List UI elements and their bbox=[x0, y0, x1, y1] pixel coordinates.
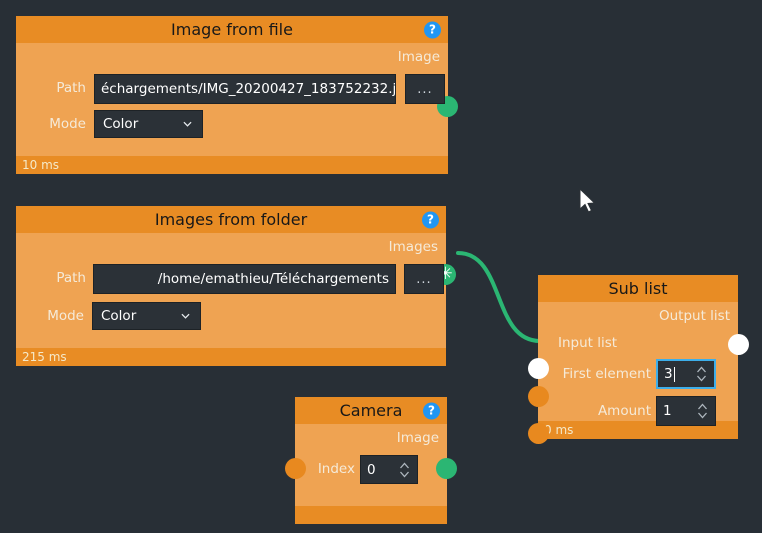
first-element-spinbox-value: 3 bbox=[664, 366, 673, 382]
amount-spinbox-value: 1 bbox=[663, 403, 672, 419]
node-title-bar[interactable]: Image from file ? bbox=[16, 16, 448, 43]
field-row-path: Path /home/emathieu/Téléchargements ... bbox=[16, 261, 446, 297]
node-title-text: Images from folder bbox=[154, 210, 308, 229]
node-title-bar[interactable]: Camera ? bbox=[295, 397, 447, 424]
spinner-up-down-icon[interactable] bbox=[697, 402, 708, 420]
node-images-from-folder[interactable]: Images from folder ? Images ✳ Path /home… bbox=[16, 206, 456, 366]
path-input-value: /home/emathieu/Téléchargements bbox=[157, 271, 389, 287]
mode-select[interactable]: Color bbox=[92, 302, 201, 330]
path-input-value: échargements/IMG_20200427_183752232.jpg bbox=[101, 81, 395, 97]
output-row-images: Images bbox=[16, 233, 446, 261]
node-footer-timing bbox=[295, 506, 447, 524]
chevron-down-icon bbox=[181, 313, 190, 319]
index-label: Index bbox=[317, 461, 355, 477]
node-title-text: Sub list bbox=[608, 279, 668, 298]
output-row-image: Image bbox=[295, 424, 447, 452]
node-camera[interactable]: Camera ? Image Index 0 bbox=[285, 397, 457, 524]
input-port-index[interactable] bbox=[285, 458, 306, 479]
output-port-label: Images bbox=[388, 239, 438, 255]
output-port-label: Image bbox=[396, 430, 439, 446]
amount-spinbox[interactable]: 1 bbox=[656, 396, 716, 426]
output-port-label: Output list bbox=[658, 308, 730, 324]
field-row-mode: Mode Color bbox=[16, 107, 448, 143]
node-sub-list[interactable]: Sub list Output list Input list First el… bbox=[528, 275, 749, 444]
path-label: Path bbox=[56, 270, 86, 286]
node-body: Image Index 0 bbox=[285, 424, 457, 506]
spinner-up-down-icon[interactable] bbox=[399, 461, 410, 479]
index-spinbox-value: 0 bbox=[367, 461, 376, 478]
node-graph-canvas[interactable]: Image from file ? Image Path échargement… bbox=[0, 0, 762, 533]
node-body: Images ✳ Path /home/emathieu/Téléchargem… bbox=[16, 233, 456, 348]
node-title-bar[interactable]: Images from folder ? bbox=[16, 206, 446, 233]
node-title-text: Image from file bbox=[171, 20, 293, 39]
node-image-from-file[interactable]: Image from file ? Image Path échargement… bbox=[16, 16, 458, 174]
node-title-text: Camera bbox=[339, 401, 403, 420]
wire-images-to-input-list bbox=[456, 251, 542, 343]
path-input[interactable]: échargements/IMG_20200427_183752232.jpg bbox=[94, 74, 396, 104]
mouse-cursor-arrow-icon bbox=[579, 188, 596, 213]
output-row-output-list: Output list bbox=[538, 302, 738, 330]
spinner-up-down-icon[interactable] bbox=[696, 365, 707, 383]
chevron-down-icon bbox=[183, 121, 192, 127]
mode-select[interactable]: Color bbox=[94, 110, 203, 138]
field-row-index: Index 0 bbox=[295, 452, 447, 488]
output-port-label: Image bbox=[397, 49, 440, 65]
node-title-bar[interactable]: Sub list bbox=[538, 275, 738, 302]
text-caret bbox=[673, 366, 675, 382]
path-input[interactable]: /home/emathieu/Téléchargements bbox=[93, 264, 396, 294]
first-element-label: First element bbox=[562, 366, 651, 382]
input-port-label: Input list bbox=[558, 335, 618, 351]
path-browse-button[interactable]: ... bbox=[404, 264, 444, 294]
help-icon[interactable]: ? bbox=[422, 211, 439, 228]
mode-select-value: Color bbox=[103, 116, 139, 132]
node-body: Image Path échargements/IMG_20200427_183… bbox=[16, 43, 458, 156]
field-row-amount: Amount 1 bbox=[538, 393, 738, 430]
first-element-spinbox[interactable]: 3 bbox=[656, 359, 716, 389]
mode-label: Mode bbox=[49, 116, 86, 132]
output-row-image: Image bbox=[16, 43, 448, 71]
field-row-mode: Mode Color bbox=[16, 299, 446, 335]
field-row-path: Path échargements/IMG_20200427_183752232… bbox=[16, 71, 448, 107]
path-label: Path bbox=[56, 80, 86, 96]
amount-label: Amount bbox=[597, 403, 651, 419]
field-row-first-element: First element 3 bbox=[538, 356, 738, 393]
index-spinbox[interactable]: 0 bbox=[360, 455, 418, 484]
help-icon[interactable]: ? bbox=[424, 21, 441, 38]
mode-label: Mode bbox=[47, 308, 84, 324]
path-browse-button[interactable]: ... bbox=[405, 74, 445, 104]
node-footer-timing: 215 ms bbox=[16, 348, 446, 366]
input-port-amount[interactable] bbox=[528, 423, 549, 444]
input-row-input-list: Input list bbox=[538, 329, 738, 359]
mode-select-value: Color bbox=[101, 308, 137, 324]
node-footer-timing: 10 ms bbox=[16, 156, 448, 174]
node-body: Output list Input list First element 3 A… bbox=[528, 302, 749, 444]
help-icon[interactable]: ? bbox=[423, 402, 440, 419]
